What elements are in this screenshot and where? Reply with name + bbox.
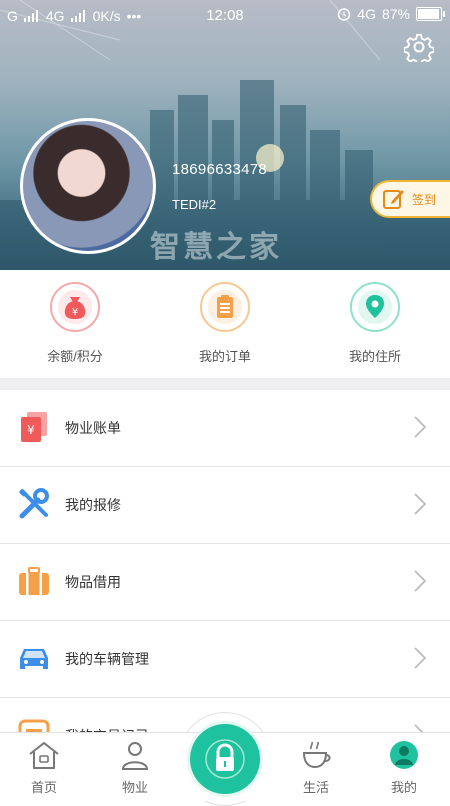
car-icon bbox=[20, 649, 48, 669]
menu-item-label: 我的车辆管理 bbox=[65, 651, 149, 667]
quick-action-balance[interactable]: ¥ 余额/积分 bbox=[0, 270, 150, 378]
nav-label: 生活 bbox=[302, 780, 329, 795]
nav-mine[interactable]: 我的 bbox=[374, 740, 434, 796]
person-icon bbox=[121, 742, 149, 770]
nav-label: 首页 bbox=[30, 780, 57, 795]
chevron-right-icon bbox=[414, 493, 426, 515]
money-bag-icon: ¥ bbox=[58, 290, 92, 324]
quick-action-label: 我的住所 bbox=[348, 349, 401, 364]
settings-gear-icon[interactable] bbox=[404, 32, 434, 62]
signin-label: 签到 bbox=[412, 192, 437, 207]
menu-item-repairs[interactable]: 我的报修 bbox=[0, 467, 450, 544]
menu-item-label: 物品借用 bbox=[65, 574, 121, 590]
phone-number: 18696633478 bbox=[172, 161, 268, 178]
unlock-button[interactable] bbox=[190, 724, 260, 794]
svg-text:¥: ¥ bbox=[72, 307, 78, 318]
chevron-right-icon bbox=[414, 416, 426, 438]
battery-percent: 87% bbox=[381, 6, 410, 22]
quick-action-orders[interactable]: 我的订单 bbox=[150, 270, 300, 378]
menu-item-label: 物业账单 bbox=[65, 420, 121, 436]
chevron-right-icon bbox=[414, 647, 426, 669]
section-divider bbox=[0, 378, 450, 390]
edit-pencil-icon bbox=[383, 190, 404, 209]
nav-home[interactable]: 首页 bbox=[14, 740, 74, 796]
nav-property[interactable]: 物业 bbox=[105, 740, 165, 796]
alarm-icon bbox=[338, 8, 351, 21]
profile-icon bbox=[390, 741, 418, 769]
menu-item-vehicles[interactable]: 我的车辆管理 bbox=[0, 621, 450, 698]
home-icon bbox=[29, 741, 59, 769]
signin-button[interactable]: 签到 bbox=[370, 180, 450, 218]
nav-life[interactable]: 生活 bbox=[286, 740, 346, 796]
lock-icon bbox=[205, 739, 245, 779]
nav-label: 我的 bbox=[390, 780, 417, 795]
clipboard-icon bbox=[208, 290, 242, 324]
network-right-label: 4G bbox=[357, 6, 376, 22]
menu-item-borrow[interactable]: 物品借用 bbox=[0, 544, 450, 621]
location-pin-icon bbox=[358, 290, 392, 324]
quick-action-label: 余额/积分 bbox=[47, 349, 103, 364]
username: TEDI#2 bbox=[172, 197, 217, 212]
svg-text:¥: ¥ bbox=[27, 423, 35, 437]
avatar[interactable] bbox=[20, 118, 156, 254]
quick-actions: ¥ 余额/积分 我的订单 我的住所 bbox=[0, 270, 450, 378]
bill-icon: ¥ bbox=[21, 412, 47, 442]
menu-item-label: 我的报修 bbox=[65, 497, 121, 513]
quick-action-label: 我的订单 bbox=[198, 349, 251, 364]
nav-label: 物业 bbox=[121, 780, 148, 795]
menu-item-property-bill[interactable]: ¥ 物业账单 bbox=[0, 390, 450, 467]
status-bar: G 4G 0K/s ••• 12:08 4G 87% bbox=[0, 0, 450, 32]
chevron-right-icon bbox=[414, 570, 426, 592]
tools-icon bbox=[19, 488, 49, 519]
brand-watermark: 智慧之家 bbox=[150, 231, 282, 264]
coffee-cup-icon bbox=[302, 741, 331, 769]
suitcase-icon bbox=[19, 567, 49, 595]
quick-action-residence[interactable]: 我的住所 bbox=[300, 270, 450, 378]
battery-icon bbox=[416, 7, 445, 21]
profile-header: G 4G 0K/s ••• 12:08 4G 87% 18696633478 T… bbox=[0, 0, 450, 270]
